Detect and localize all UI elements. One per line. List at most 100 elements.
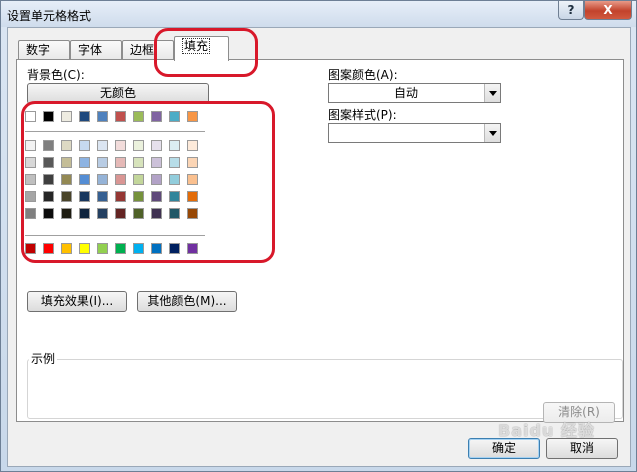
color-swatch[interactable] — [151, 208, 162, 219]
color-swatch[interactable] — [97, 157, 108, 168]
color-swatch[interactable] — [187, 140, 198, 151]
color-swatch[interactable] — [61, 157, 72, 168]
color-swatch[interactable] — [79, 208, 90, 219]
color-swatch[interactable] — [115, 243, 126, 254]
color-swatch[interactable] — [115, 191, 126, 202]
color-swatch[interactable] — [169, 157, 180, 168]
color-swatch[interactable] — [115, 208, 126, 219]
color-swatch[interactable] — [115, 140, 126, 151]
color-swatch[interactable] — [61, 111, 72, 122]
palette-divider — [25, 235, 205, 236]
color-swatch[interactable] — [25, 243, 36, 254]
color-swatch[interactable] — [133, 191, 144, 202]
tab-fill-label: 填充 — [182, 38, 211, 54]
sample-preview — [27, 359, 623, 419]
color-swatch[interactable] — [115, 174, 126, 185]
cancel-button[interactable]: 取消 — [546, 438, 618, 459]
color-swatch[interactable] — [61, 191, 72, 202]
color-swatch[interactable] — [187, 157, 198, 168]
color-swatch[interactable] — [169, 174, 180, 185]
color-swatch[interactable] — [169, 140, 180, 151]
tab-fill[interactable]: 填充 — [174, 36, 229, 61]
color-swatch[interactable] — [43, 174, 54, 185]
pattern-style-select[interactable] — [328, 123, 501, 143]
format-cells-dialog: 设置单元格格式 ? X 数字 字体 边框 填充 背景色(C): 无颜色 填充效果… — [0, 0, 637, 472]
chevron-down-icon[interactable] — [484, 84, 500, 102]
color-swatch[interactable] — [133, 208, 144, 219]
color-swatch[interactable] — [151, 111, 162, 122]
pattern-style-label: 图案样式(P): — [328, 108, 397, 122]
palette-divider — [25, 131, 205, 132]
color-swatch[interactable] — [79, 243, 90, 254]
color-swatch[interactable] — [61, 174, 72, 185]
color-swatch[interactable] — [79, 174, 90, 185]
color-swatch[interactable] — [97, 208, 108, 219]
color-swatch[interactable] — [97, 174, 108, 185]
more-colors-button[interactable]: 其他颜色(M)... — [137, 291, 237, 312]
color-swatch[interactable] — [25, 140, 36, 151]
color-swatch[interactable] — [133, 140, 144, 151]
color-swatch[interactable] — [187, 174, 198, 185]
tab-number[interactable]: 数字 — [18, 40, 70, 60]
color-swatch[interactable] — [169, 111, 180, 122]
color-swatch[interactable] — [151, 157, 162, 168]
color-swatch[interactable] — [25, 208, 36, 219]
ok-button[interactable]: 确定 — [468, 438, 540, 459]
color-swatch[interactable] — [133, 243, 144, 254]
color-swatch[interactable] — [79, 191, 90, 202]
color-swatch[interactable] — [97, 140, 108, 151]
color-swatch[interactable] — [25, 157, 36, 168]
color-swatch[interactable] — [133, 111, 144, 122]
tab-border[interactable]: 边框 — [122, 40, 174, 60]
color-swatch[interactable] — [133, 157, 144, 168]
no-color-button[interactable]: 无颜色 — [27, 83, 209, 104]
color-swatch[interactable] — [151, 191, 162, 202]
pattern-color-select[interactable]: 自动 — [328, 83, 501, 103]
color-swatch[interactable] — [43, 111, 54, 122]
pattern-color-value: 自动 — [393, 86, 418, 100]
pattern-color-label: 图案颜色(A): — [328, 68, 398, 82]
color-swatch[interactable] — [79, 111, 90, 122]
color-swatch[interactable] — [187, 111, 198, 122]
fill-effects-button[interactable]: 填充效果(I)... — [27, 291, 127, 312]
color-swatch[interactable] — [133, 174, 144, 185]
color-swatch[interactable] — [97, 243, 108, 254]
color-swatch[interactable] — [43, 191, 54, 202]
color-swatch[interactable] — [97, 111, 108, 122]
color-swatch[interactable] — [187, 208, 198, 219]
color-swatch[interactable] — [169, 243, 180, 254]
color-swatch[interactable] — [25, 111, 36, 122]
color-swatch[interactable] — [43, 243, 54, 254]
help-button[interactable]: ? — [558, 1, 584, 20]
color-swatch[interactable] — [169, 191, 180, 202]
title-bar[interactable]: 设置单元格格式 ? X — [1, 1, 636, 27]
color-swatch[interactable] — [61, 243, 72, 254]
color-swatch[interactable] — [187, 191, 198, 202]
dialog-body: 数字 字体 边框 填充 背景色(C): 无颜色 填充效果(I)... 其他颜色(… — [7, 27, 631, 467]
color-swatch[interactable] — [79, 140, 90, 151]
close-button[interactable]: X — [584, 1, 632, 20]
color-swatch[interactable] — [115, 111, 126, 122]
color-swatch[interactable] — [187, 243, 198, 254]
color-swatch[interactable] — [97, 191, 108, 202]
watermark-logo: Baidu 经验 — [498, 421, 595, 440]
color-swatch[interactable] — [25, 191, 36, 202]
color-swatch[interactable] — [151, 243, 162, 254]
background-color-label: 背景色(C): — [27, 68, 85, 82]
tab-font-label: 字体 — [78, 43, 103, 57]
tab-border-label: 边框 — [130, 43, 155, 57]
color-swatch[interactable] — [43, 208, 54, 219]
chevron-down-icon[interactable] — [484, 124, 500, 142]
color-swatch[interactable] — [25, 174, 36, 185]
fill-panel: 背景色(C): 无颜色 填充效果(I)... 其他颜色(M)... 图案颜色(A… — [16, 59, 624, 422]
color-swatch[interactable] — [61, 208, 72, 219]
color-swatch[interactable] — [115, 157, 126, 168]
color-swatch[interactable] — [169, 208, 180, 219]
color-swatch[interactable] — [79, 157, 90, 168]
color-swatch[interactable] — [151, 140, 162, 151]
color-swatch[interactable] — [43, 140, 54, 151]
tab-font[interactable]: 字体 — [70, 40, 122, 60]
color-swatch[interactable] — [61, 140, 72, 151]
color-swatch[interactable] — [43, 157, 54, 168]
color-swatch[interactable] — [151, 174, 162, 185]
